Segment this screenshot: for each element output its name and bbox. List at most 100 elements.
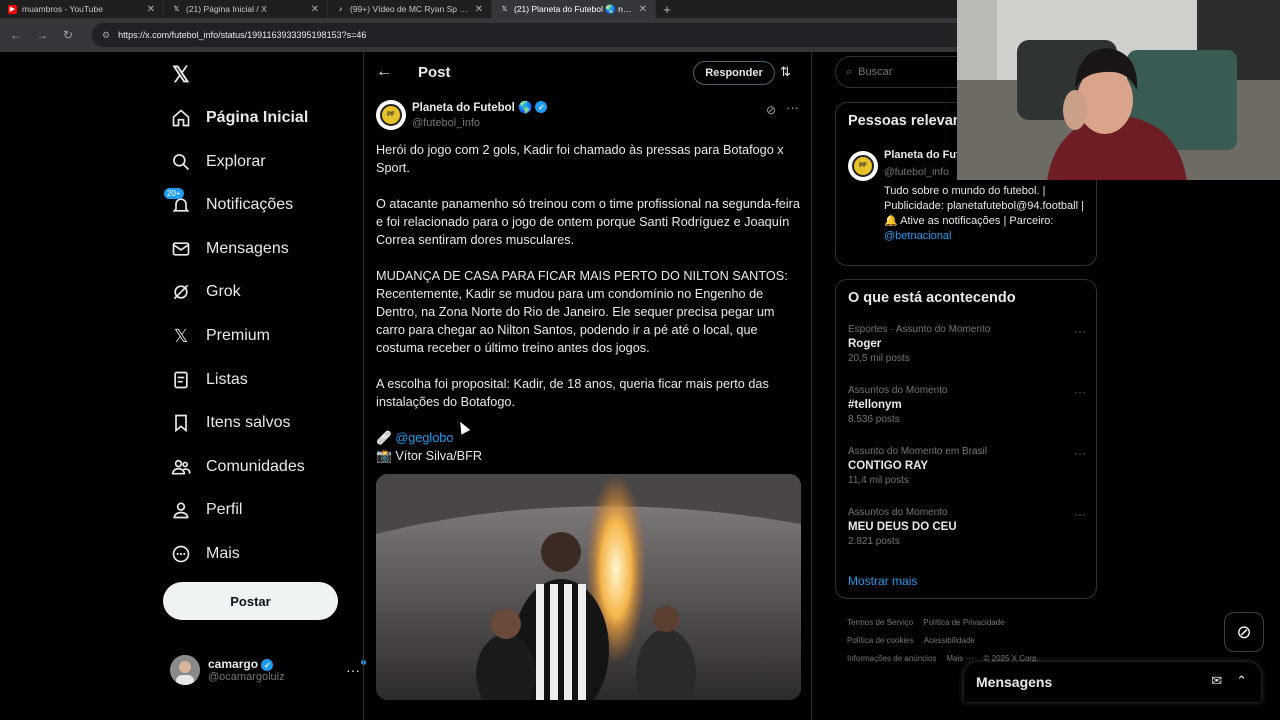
sidebar-item-premium[interactable]: 𝕏 Premium [170, 316, 270, 356]
photo-credit: Vítor Silva/BFR [395, 449, 483, 463]
footer-links: Termos de Serviço Política de Privacidade… [847, 614, 1087, 668]
post-paragraph: MUDANÇA DE CASA PARA FICAR MAIS PERTO DO… [376, 269, 788, 355]
bio-link[interactable]: @betnacional [884, 230, 951, 242]
x-icon: 𝕏 [173, 325, 189, 346]
trend-item[interactable]: Assuntos do Momento MEU DEUS DO CEU 2.82… [848, 507, 1088, 547]
verified-icon: ✓ [535, 101, 548, 113]
browser-tab-x-home[interactable]: 𝕏 (21) Página Inicial / X ✕ [164, 0, 328, 18]
trend-item[interactable]: Esportes · Assunto do Momento Roger 20,5… [848, 324, 1088, 364]
sidebar-item-bookmarks[interactable]: Itens salvos [170, 403, 290, 443]
more-dots-icon[interactable]: ··· [786, 100, 799, 115]
post-text: Herói do jogo com 2 gols, Kadir foi cham… [376, 141, 801, 465]
post-paragraph: O atacante panamenho só treinou com o ti… [376, 197, 800, 247]
avatar [170, 655, 200, 685]
x-logo-icon[interactable]: 𝕏 [172, 62, 190, 88]
source-link[interactable]: @geglobo [395, 431, 453, 445]
forward-arrow-icon[interactable]: → [34, 28, 50, 42]
x-icon: 𝕏 [501, 6, 508, 13]
browser-tab-tiktok[interactable]: ♪ (99+) Vídeo de MC Ryan Sp (@… ✕ [328, 0, 492, 18]
more-dots-icon[interactable]: ··· [1074, 507, 1086, 521]
more-dots-icon[interactable]: ··· [1074, 324, 1086, 338]
sidebar-item-profile[interactable]: Perfil [170, 490, 242, 530]
site-settings-icon[interactable]: ⚙ [102, 30, 110, 41]
left-sidebar: 𝕏 Página Inicial Explorar 20+ Notificaçõ… [160, 52, 366, 720]
mail-icon [170, 238, 192, 260]
sidebar-item-explore[interactable]: Explorar [170, 142, 266, 182]
trends-card: O que está acontecendo Esportes · Assunt… [835, 279, 1097, 599]
sidebar-item-messages[interactable]: Mensagens [170, 229, 289, 269]
footer-link[interactable]: Política de cookies [847, 636, 914, 645]
close-tab-icon[interactable]: ✕ [311, 4, 319, 15]
footer-link[interactable]: Acessibilidade [924, 636, 975, 645]
author-handle[interactable]: @futebol_info [412, 117, 480, 129]
more-dots-icon[interactable]: ··· [346, 660, 366, 678]
sidebar-item-home[interactable]: Página Inicial [170, 98, 308, 138]
camera-icon: 📸 [376, 449, 392, 463]
post-author: PF Planeta do Futebol 🌎 ✓ @futebol_info ⊘… [376, 100, 801, 132]
expand-up-icon[interactable]: ⌃ [1236, 673, 1247, 689]
card-title: O que está acontecendo [848, 290, 1016, 306]
person-icon [170, 499, 192, 521]
home-icon [170, 107, 192, 129]
verified-icon: ✓ [261, 659, 274, 672]
planeta-logo-icon: PF [852, 155, 874, 177]
bookmark-icon [170, 412, 192, 434]
webcam-overlay [957, 0, 1280, 180]
relevant-avatar[interactable]: PF [848, 151, 878, 181]
sidebar-item-more[interactable]: Mais [170, 534, 240, 574]
people-icon [170, 456, 192, 478]
planeta-logo-icon: PF [380, 104, 402, 126]
relevant-handle[interactable]: @futebol_info [884, 166, 949, 178]
messages-drawer[interactable]: Mensagens ✉ ⌃ [964, 662, 1261, 702]
reload-icon[interactable]: ↻ [60, 28, 76, 42]
post-button[interactable]: Postar [163, 582, 338, 620]
sidebar-item-communities[interactable]: Comunidades [170, 447, 305, 487]
more-circle-icon [170, 543, 192, 565]
author-name[interactable]: Planeta do Futebol 🌎 ✓ [412, 100, 548, 114]
more-dots-icon[interactable]: ··· [1074, 446, 1086, 460]
bandage-icon: 🩹 [376, 431, 392, 445]
back-arrow-icon[interactable]: ← [8, 28, 24, 42]
new-tab-button[interactable]: + [656, 2, 678, 17]
grok-icon [170, 281, 192, 303]
account-switcher[interactable]: camargo ✓ @ocamargoluiz ··· [170, 648, 366, 692]
author-avatar[interactable]: PF [376, 100, 406, 130]
account-handle: @ocamargoluiz [208, 671, 285, 684]
footer-link[interactable]: Política de Privacidade [923, 618, 1004, 627]
source-line: 🩹 @geglobo [376, 429, 801, 447]
more-dots-icon[interactable]: ··· [1074, 385, 1086, 399]
grok-floating-button[interactable]: ⊘ [1224, 612, 1264, 652]
search-icon [170, 151, 192, 173]
close-tab-icon[interactable]: ✕ [147, 4, 155, 15]
account-name: camargo ✓ [208, 657, 285, 672]
photo-credit-line: 📸 Vítor Silva/BFR [376, 447, 801, 465]
new-message-icon[interactable]: ✉ [1211, 673, 1222, 689]
reply-button[interactable]: Responder [693, 61, 775, 85]
relevant-bio: Tudo sobre o mundo do futebol. | Publici… [884, 185, 1084, 242]
browser-tab-youtube[interactable]: ▶ muambros - YouTube ✕ [0, 0, 164, 18]
trend-item[interactable]: Assunto do Momento em Brasil CONTIGO RAY… [848, 446, 1088, 486]
sidebar-item-lists[interactable]: Listas [170, 360, 248, 400]
footer-link[interactable]: Informações de anúncios [847, 654, 936, 663]
footer-link[interactable]: Mais ··· [946, 654, 973, 663]
sliders-icon[interactable]: ⇅ [780, 64, 791, 80]
address-bar[interactable]: ⚙ https://x.com/futebol_info/status/1991… [92, 23, 972, 47]
tiktok-icon: ♪ [338, 5, 343, 13]
close-tab-icon[interactable]: ✕ [639, 4, 647, 15]
youtube-icon: ▶ [8, 4, 17, 14]
x-icon: 𝕏 [173, 6, 180, 13]
post-image[interactable] [376, 474, 801, 700]
bell-icon: 20+ [164, 188, 192, 216]
browser-tab-planeta[interactable]: 𝕏 (21) Planeta do Futebol 🌏 no X ✕ [492, 0, 656, 18]
notification-badge: 20+ [164, 188, 184, 199]
page-title: Post [418, 64, 451, 81]
grok-icon[interactable]: ⊘ [766, 103, 776, 117]
trend-item[interactable]: Assuntos do Momento #tellonym 8.536 post… [848, 385, 1088, 425]
sidebar-item-notifications[interactable]: 20+ Notificações [164, 185, 293, 225]
post-column: ← Post Responder ⇅ PF Planeta do Futebol… [363, 52, 812, 720]
footer-link[interactable]: Termos de Serviço [847, 618, 913, 627]
close-tab-icon[interactable]: ✕ [475, 4, 483, 15]
sidebar-item-grok[interactable]: Grok [170, 272, 241, 312]
show-more-link[interactable]: Mostrar mais [848, 574, 917, 588]
back-arrow-icon[interactable]: ← [376, 63, 392, 81]
